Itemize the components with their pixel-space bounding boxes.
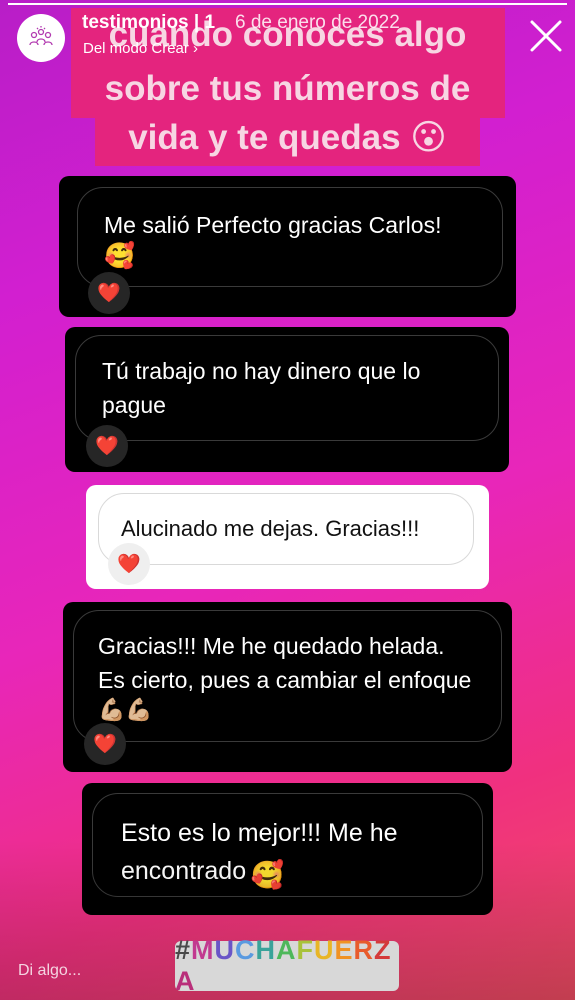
create-mode-label: Del modo Crear <box>83 40 189 57</box>
chevron-right-icon: › <box>193 40 199 57</box>
hashtag-text: #MUCHAFUERZA <box>175 935 399 997</box>
hashtag-letter: C <box>235 935 256 965</box>
hashtag-sticker[interactable]: #MUCHAFUERZA <box>175 935 399 996</box>
message-card-4: Gracias!!! Me he quedado helada. Es cier… <box>63 602 512 772</box>
hashtag-letter: A <box>276 935 297 965</box>
message-card-1: Me salió Perfecto gracias Carlos! 🥰 ❤️ <box>59 176 516 317</box>
message-bubble: Alucinado me dejas. Gracias!!! <box>98 493 474 565</box>
message-text: Me salió Perfecto gracias Carlos! <box>104 212 442 238</box>
message-text: Tú trabajo no hay dinero que lo pague <box>102 358 421 418</box>
account-name[interactable]: testimonios | 1 <box>82 12 215 34</box>
message-text: Alucinado me dejas. Gracias!!! <box>121 516 420 541</box>
hashtag-letter: M <box>191 935 215 965</box>
smiling-hearts-emoji: 🥰 <box>104 242 136 270</box>
heart-reaction-icon[interactable]: ❤️ <box>84 723 126 765</box>
message-bubble: Gracias!!! Me he quedado helada. Es cier… <box>73 610 502 742</box>
story-progress-fill <box>8 3 567 5</box>
close-icon[interactable] <box>528 18 564 54</box>
create-mode-link[interactable]: Del modo Crear › <box>83 40 198 57</box>
hashtag-letter: U <box>314 935 335 965</box>
hashtag-letter: H <box>255 935 277 965</box>
people-line-art-icon <box>29 26 53 46</box>
heart-reaction-icon[interactable]: ❤️ <box>88 272 130 314</box>
story-progress-bar <box>8 3 567 5</box>
message-card-3: Alucinado me dejas. Gracias!!! ❤️ <box>86 485 489 589</box>
message-bubble: Tú trabajo no hay dinero que lo pague <box>75 335 499 441</box>
heart-reaction-icon[interactable]: ❤️ <box>86 425 128 467</box>
post-date: 6 de enero de 2022 <box>235 12 400 33</box>
heart-reaction-icon[interactable]: ❤️ <box>108 543 150 585</box>
hashtag-letter: R <box>353 935 375 965</box>
story-title-line-3: vida y te quedas 😮 <box>128 118 447 157</box>
message-card-2: Tú trabajo no hay dinero que lo pague ❤️ <box>65 327 509 472</box>
hashtag-letter: Z <box>374 935 392 965</box>
account-avatar[interactable] <box>17 14 65 62</box>
message-text: Gracias!!! Me he quedado helada. Es cier… <box>98 633 472 693</box>
story-title-line-2: sobre tus números de <box>104 69 471 108</box>
hashtag-letter: A <box>175 966 196 996</box>
message-bubble: Me salió Perfecto gracias Carlos! 🥰 <box>77 187 503 287</box>
hashtag-letter: E <box>334 935 354 965</box>
hashtag-letter: # <box>175 935 192 965</box>
hashtag-letter: F <box>296 935 315 965</box>
reply-input[interactable]: Di algo... <box>18 962 81 980</box>
hashtag-letter: U <box>214 935 236 965</box>
flexed-biceps-emoji: 💪🏼💪🏼 <box>98 697 153 722</box>
